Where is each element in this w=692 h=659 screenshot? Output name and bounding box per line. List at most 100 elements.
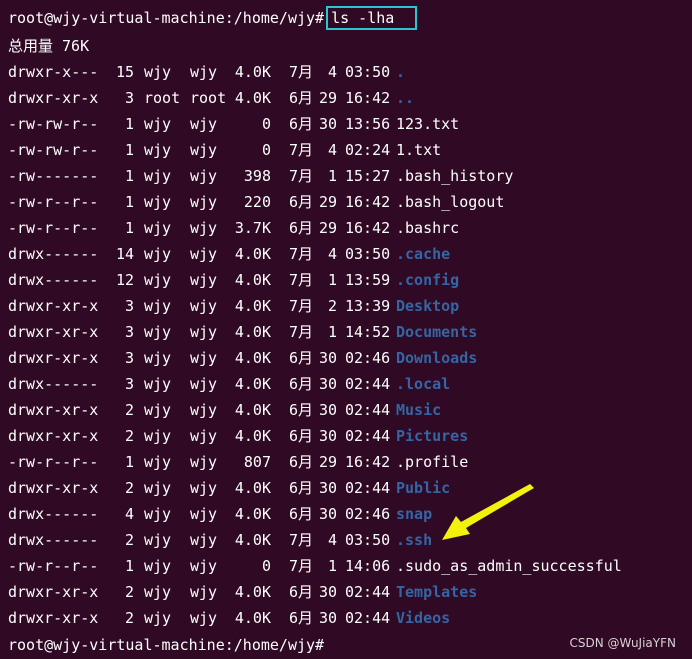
time: 16:42 [345, 219, 391, 237]
owner: wjy [144, 583, 172, 601]
time: 16:42 [345, 453, 391, 471]
file-name: Pictures [396, 427, 469, 445]
day: 4 [327, 141, 337, 159]
time: 13:59 [345, 271, 391, 289]
owner: wjy [144, 141, 172, 159]
link-count: 3 [124, 323, 134, 341]
shell-prompt: root@wjy-virtual-machine:/home/wjy# [8, 9, 325, 27]
month: 6月 [289, 453, 314, 471]
owner: wjy [144, 245, 172, 263]
list-item: drwxr-xr-x 3 wjy wjy 4.0K 6月 30 02:46 Downloads [8, 345, 477, 371]
day: 30 [318, 401, 337, 419]
file-size: 4.0K [234, 349, 271, 367]
group: wjy [190, 323, 218, 341]
day: 30 [318, 609, 337, 627]
file-name: Videos [396, 609, 451, 627]
list-item: -rw-r--r-- 1 wjy wjy 807 6月 29 16:42 .profile [8, 449, 468, 475]
time: 02:44 [345, 583, 391, 601]
permissions: -rw-rw-r-- [8, 141, 99, 159]
time: 03:50 [345, 531, 391, 549]
watermark: CSDN @WuJiaYFN [569, 636, 676, 650]
time: 02:44 [345, 401, 391, 419]
list-item: drwxr-xr-x 3 wjy wjy 4.0K 7月 2 13:39 Desktop [8, 293, 459, 319]
file-size: 4.0K [234, 89, 271, 107]
permissions: drwxr-xr-x [8, 609, 99, 627]
list-item: drwx------ 14 wjy wjy 4.0K 7月 4 03:50 .cache [8, 241, 450, 267]
permissions: drwx------ [8, 271, 99, 289]
file-size: 4.0K [234, 271, 271, 289]
day: 1 [327, 167, 337, 185]
time: 02:46 [345, 349, 391, 367]
permissions: drwxr-x--- [8, 63, 99, 81]
link-count: 2 [124, 531, 134, 549]
group: wjy [190, 479, 218, 497]
permissions: drwxr-xr-x [8, 583, 99, 601]
month: 7月 [289, 531, 314, 549]
file-name: Templates [396, 583, 478, 601]
group: root [190, 89, 227, 107]
time: 16:42 [345, 89, 391, 107]
month: 7月 [289, 245, 314, 263]
link-count: 1 [124, 167, 134, 185]
link-count: 12 [115, 271, 134, 289]
link-count: 1 [124, 115, 134, 133]
list-item: drwxr-x--- 15 wjy wjy 4.0K 7月 4 03:50. [8, 59, 405, 85]
month: 6月 [289, 401, 314, 419]
time: 02:44 [345, 609, 391, 627]
file-name: .sudo_as_admin_successful [396, 557, 622, 575]
list-item: drwxr-xr-x 2 wjy wjy 4.0K 6月 30 02:44 Music [8, 397, 441, 423]
permissions: drwx------ [8, 375, 99, 393]
month: 6月 [289, 609, 314, 627]
link-count: 14 [115, 245, 134, 263]
permissions: drwxr-xr-x [8, 479, 99, 497]
owner: wjy [144, 531, 172, 549]
time: 03:50 [345, 245, 391, 263]
file-name: Music [396, 401, 442, 419]
group: wjy [190, 427, 218, 445]
clipped-previous-line [8, 0, 692, 3]
file-size: 4.0K [234, 63, 271, 81]
file-size: 4.0K [234, 505, 271, 523]
link-count: 3 [124, 375, 134, 393]
owner: wjy [144, 427, 172, 445]
owner: wjy [144, 297, 172, 315]
list-item: drwxr-xr-x 2 wjy wjy 4.0K 6月 30 02:44 Pictures [8, 423, 468, 449]
month: 6月 [289, 427, 314, 445]
day: 29 [318, 193, 337, 211]
file-size: 0 [261, 141, 271, 159]
file-size: 0 [261, 557, 271, 575]
file-name: .local [396, 375, 451, 393]
file-size: 4.0K [234, 297, 271, 315]
day: 30 [318, 505, 337, 523]
link-count: 2 [124, 427, 134, 445]
file-name: 123.txt [396, 115, 460, 133]
list-item: drwx------ 2 wjy wjy 4.0K 7月 4 03:50 .ssh [8, 527, 432, 553]
file-name: Desktop [396, 297, 460, 315]
file-size: 807 [243, 453, 271, 471]
link-count: 3 [124, 349, 134, 367]
file-name: .profile [396, 453, 469, 471]
day: 4 [327, 63, 337, 81]
group: wjy [190, 141, 218, 159]
file-name: .ssh [396, 531, 433, 549]
day: 30 [318, 115, 337, 133]
group: wjy [190, 63, 218, 81]
list-item: drwx------ 12 wjy wjy 4.0K 7月 1 13:59 .config [8, 267, 459, 293]
file-name: .bash_history [396, 167, 514, 185]
file-size: 4.0K [234, 323, 271, 341]
group: wjy [190, 271, 218, 289]
month: 6月 [289, 375, 314, 393]
link-count: 3 [124, 89, 134, 107]
group: wjy [190, 349, 218, 367]
time: 14:06 [345, 557, 391, 575]
final-prompt: root@wjy-virtual-machine:/home/wjy# [8, 636, 325, 654]
owner: wjy [144, 453, 172, 471]
file-size: 4.0K [234, 479, 271, 497]
time: 02:44 [345, 479, 391, 497]
permissions: drwxr-xr-x [8, 297, 99, 315]
file-name: . [396, 63, 406, 81]
permissions: drwxr-xr-x [8, 349, 99, 367]
list-item: -rw-r--r-- 1 wjy wjy 0 7月 1 14:06 .sudo_as_admin… [8, 553, 622, 579]
final-prompt-line[interactable]: root@wjy-virtual-machine:/home/wjy# [8, 632, 324, 658]
terminal-window[interactable]: root@wjy-virtual-machine:/home/wjy# ls -l… [0, 0, 692, 659]
